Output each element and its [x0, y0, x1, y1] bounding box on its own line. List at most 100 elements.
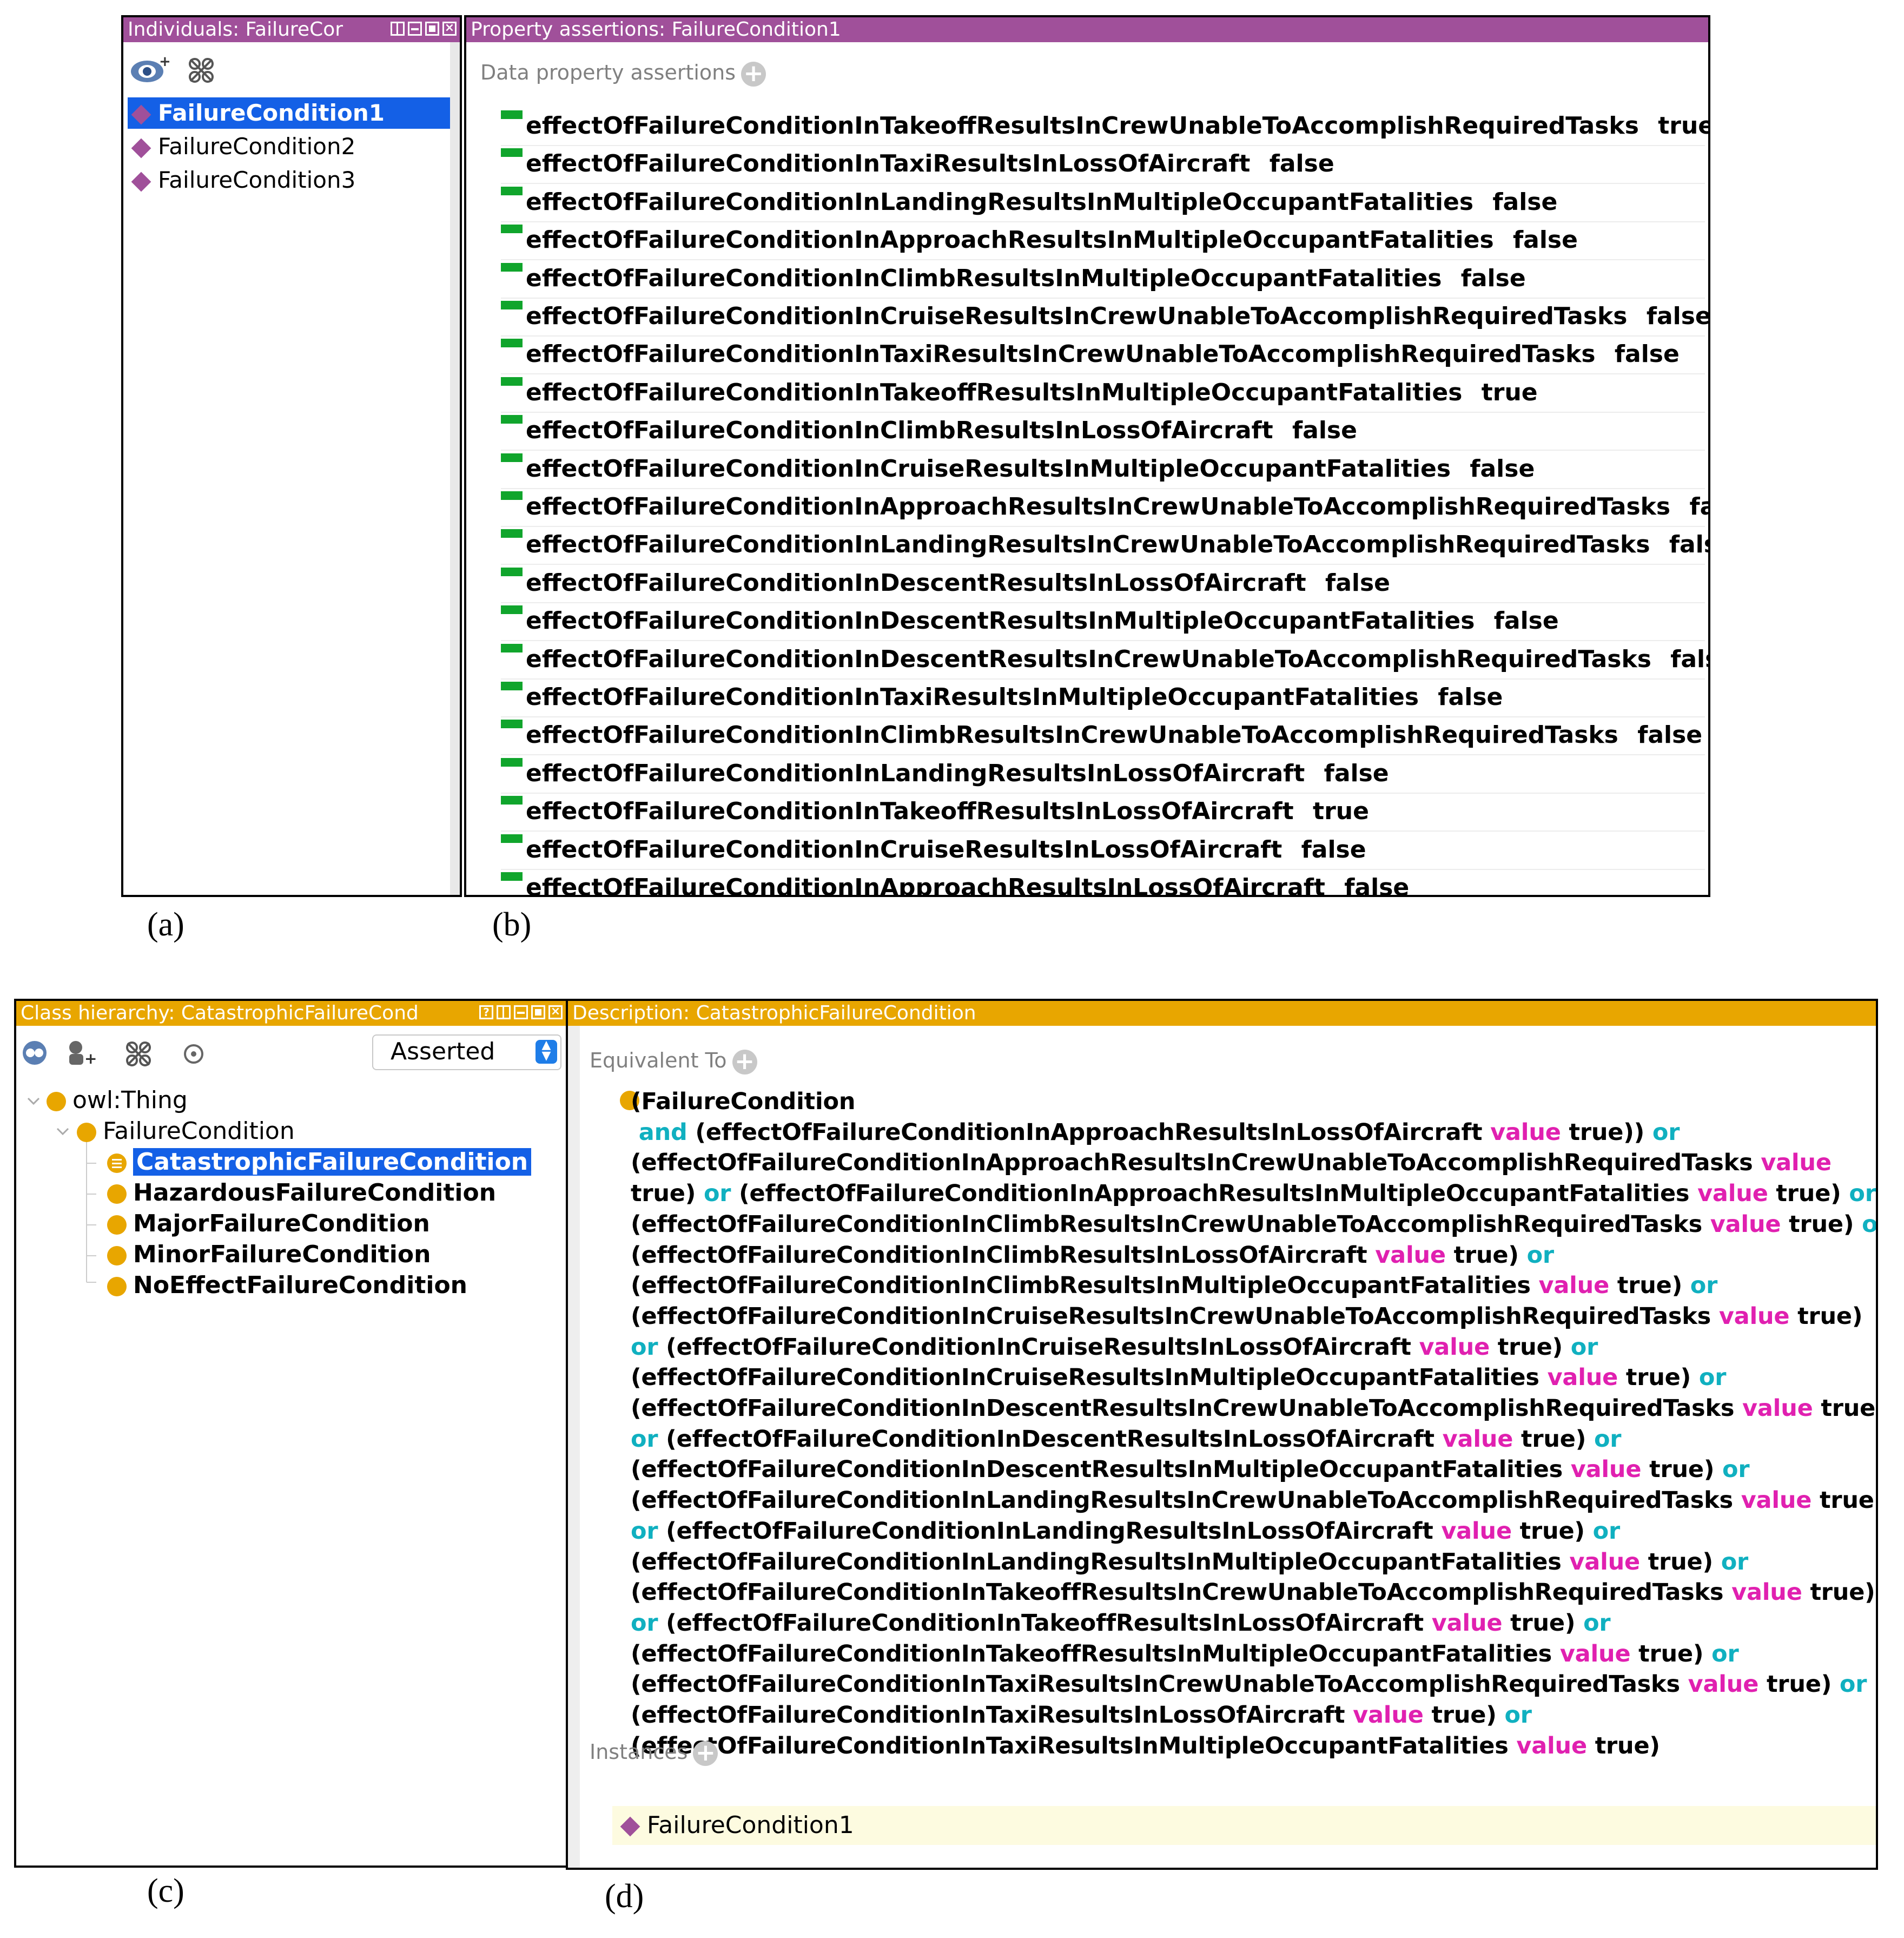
target-icon[interactable]: [182, 1042, 206, 1066]
individual-diamond-icon: [620, 1816, 640, 1837]
property-value: false: [1460, 264, 1526, 292]
data-property-assertion-row[interactable]: effectOfFailureConditionInApproachResult…: [501, 221, 1705, 261]
panel-divider[interactable]: [450, 42, 460, 895]
expression-line: (effectOfFailureConditionInDescentResult…: [631, 1393, 1876, 1423]
select-arrows-icon: ▲ ▼: [536, 1039, 557, 1064]
tree-item-catastrophic[interactable]: CatastrophicFailureCondition: [107, 1147, 532, 1177]
individual-label: FailureCondition3: [158, 167, 356, 193]
data-property-assertion-row[interactable]: effectOfFailureConditionInDescentResults…: [501, 602, 1705, 642]
data-property-assertion-row[interactable]: effectOfFailureConditionInCruiseResultsI…: [501, 450, 1705, 489]
equivalent-to-label: Equivalent To +: [590, 1049, 757, 1075]
data-property-assertion-row[interactable]: effectOfFailureConditionInApproachResult…: [501, 488, 1708, 527]
tree-item-no-effect[interactable]: NoEffectFailureCondition: [107, 1270, 467, 1301]
data-property-assertion-row[interactable]: effectOfFailureConditionInTaxiResultsInM…: [501, 678, 1705, 717]
split-view-icon[interactable]: [497, 1005, 511, 1019]
property-name: effectOfFailureConditionInApproachResult…: [526, 874, 1325, 897]
keyword-or: or: [1721, 1548, 1749, 1576]
expression-text: true): [1586, 1732, 1660, 1759]
expression-text: (effectOfFailureConditionInTakeoffResult…: [631, 1579, 1732, 1606]
close-icon[interactable]: ×: [548, 1005, 563, 1019]
tree-item-minor[interactable]: MinorFailureCondition: [107, 1240, 431, 1270]
keyword-or: or: [1839, 1671, 1867, 1698]
data-property-assertion-row[interactable]: effectOfFailureConditionInTakeoffResults…: [501, 793, 1705, 832]
maximize-icon[interactable]: [425, 22, 439, 36]
maximize-icon[interactable]: [531, 1005, 545, 1019]
expression-text: (effectOfFailureConditionInApproachResul…: [731, 1180, 1698, 1208]
tree-item-hazardous[interactable]: HazardousFailureCondition: [107, 1178, 496, 1208]
keyword-or: or: [1504, 1702, 1532, 1729]
split-view-icon[interactable]: [391, 22, 405, 36]
tree-label: MinorFailureCondition: [133, 1241, 431, 1268]
description-gutter: [568, 1026, 580, 1868]
expression-text: true): [1511, 1517, 1593, 1545]
keyword-value: value: [1547, 1364, 1618, 1392]
property-name: effectOfFailureConditionInTaxiResultsInL…: [526, 150, 1251, 178]
property-name: effectOfFailureConditionInLandingResults…: [526, 531, 1650, 559]
keyword-or: or: [1849, 1180, 1876, 1208]
data-property-icon: [501, 301, 523, 309]
expression-text: (effectOfFailureConditionInCruiseResults…: [631, 1302, 1719, 1330]
data-property-assertion-row[interactable]: effectOfFailureConditionInLandingResults…: [501, 183, 1705, 222]
keyword-or: or: [1711, 1640, 1739, 1667]
property-assertions-panel: Property assertions: FailureCondition1 D…: [464, 15, 1710, 897]
expression-text: true): [1423, 1702, 1505, 1729]
hierarchy-mode-select[interactable]: Asserted ▲ ▼: [372, 1034, 561, 1070]
expression-text: (effectOfFailureConditionInLandingResult…: [631, 1487, 1741, 1514]
data-property-icon: [501, 491, 523, 500]
data-property-icon: [501, 796, 523, 805]
expression-line: true) or (effectOfFailureConditionInAppr…: [631, 1178, 1876, 1209]
delete-individual-icon[interactable]: [187, 56, 215, 84]
data-property-assertion-row[interactable]: effectOfFailureConditionInClimbResultsIn…: [501, 260, 1705, 299]
expression-text: true): [1758, 1671, 1840, 1698]
keyword-or: or: [1698, 1364, 1727, 1392]
add-individual-icon[interactable]: +: [128, 54, 171, 87]
data-property-assertion-row[interactable]: effectOfFailureConditionInCruiseResultsI…: [501, 831, 1705, 870]
keyword-or: or: [1722, 1456, 1750, 1484]
data-property-assertion-row[interactable]: effectOfFailureConditionInLandingResults…: [501, 755, 1705, 794]
data-property-assertion-row[interactable]: effectOfFailureConditionInClimbResultsIn…: [501, 412, 1705, 451]
add-data-property-icon[interactable]: +: [741, 61, 766, 87]
property-name: effectOfFailureConditionInClimbResultsIn…: [526, 417, 1273, 445]
keyword-or: or: [631, 1609, 658, 1637]
expression-text: (effectOfFailureConditionInClimbResultsI…: [631, 1241, 1376, 1269]
caption-c: (c): [147, 1873, 184, 1909]
data-property-assertion-row[interactable]: effectOfFailureConditionInTakeoffResults…: [501, 107, 1708, 146]
minimize-icon[interactable]: [408, 22, 422, 36]
individuals-title: Individuals: FailureCor: [128, 18, 343, 41]
data-property-assertion-row[interactable]: effectOfFailureConditionInClimbResultsIn…: [501, 716, 1705, 756]
data-property-icon: [501, 262, 523, 272]
add-instance-icon[interactable]: +: [693, 1741, 718, 1766]
keyword-value: value: [1710, 1210, 1781, 1238]
property-name: effectOfFailureConditionInDescentResults…: [526, 645, 1651, 673]
individual-diamond-icon: [131, 104, 151, 124]
individual-item-1[interactable]: FailureCondition1: [128, 97, 455, 129]
data-property-assertion-row[interactable]: effectOfFailureConditionInTakeoffResults…: [501, 374, 1705, 413]
help-icon[interactable]: ?: [479, 1005, 493, 1019]
data-property-assertion-row[interactable]: effectOfFailureConditionInCruiseResultsI…: [501, 298, 1708, 337]
data-property-assertion-row[interactable]: effectOfFailureConditionInTaxiResultsInC…: [501, 335, 1705, 375]
description-titlebar: Description: CatastrophicFailureConditio…: [568, 1001, 1876, 1026]
individual-item-3[interactable]: FailureCondition3: [128, 164, 355, 196]
tree-item-owl-thing[interactable]: owl:Thing: [47, 1085, 188, 1116]
minimize-icon[interactable]: [514, 1005, 528, 1019]
data-property-assertion-row[interactable]: effectOfFailureConditionInTaxiResultsInL…: [501, 145, 1705, 184]
keyword-or: or: [1592, 1517, 1621, 1545]
add-equivalent-icon[interactable]: +: [732, 1049, 757, 1075]
tree-item-failure-condition[interactable]: FailureCondition: [77, 1116, 295, 1146]
keyword-or: or: [631, 1333, 658, 1361]
individual-label: FailureCondition1: [158, 100, 385, 126]
data-property-assertion-row[interactable]: effectOfFailureConditionInDescentResults…: [501, 641, 1708, 680]
data-property-icon: [501, 834, 523, 843]
data-property-assertion-row[interactable]: effectOfFailureConditionInApproachResult…: [501, 869, 1705, 897]
instance-row[interactable]: FailureCondition1: [612, 1806, 1876, 1845]
section-label-text: Data property assertions: [480, 61, 736, 84]
property-name: effectOfFailureConditionInCruiseResultsI…: [526, 302, 1628, 330]
tree-item-major[interactable]: MajorFailureCondition: [107, 1209, 430, 1239]
close-icon[interactable]: ×: [442, 22, 457, 36]
individual-label: FailureCondition2: [158, 133, 356, 160]
individual-item-2[interactable]: FailureCondition2: [128, 131, 355, 162]
data-property-assertion-row[interactable]: effectOfFailureConditionInDescentResults…: [501, 564, 1705, 603]
data-property-assertion-row[interactable]: effectOfFailureConditionInLandingResults…: [501, 526, 1708, 565]
keyword-value: value: [1419, 1333, 1490, 1361]
keyword-value: value: [1718, 1302, 1790, 1330]
